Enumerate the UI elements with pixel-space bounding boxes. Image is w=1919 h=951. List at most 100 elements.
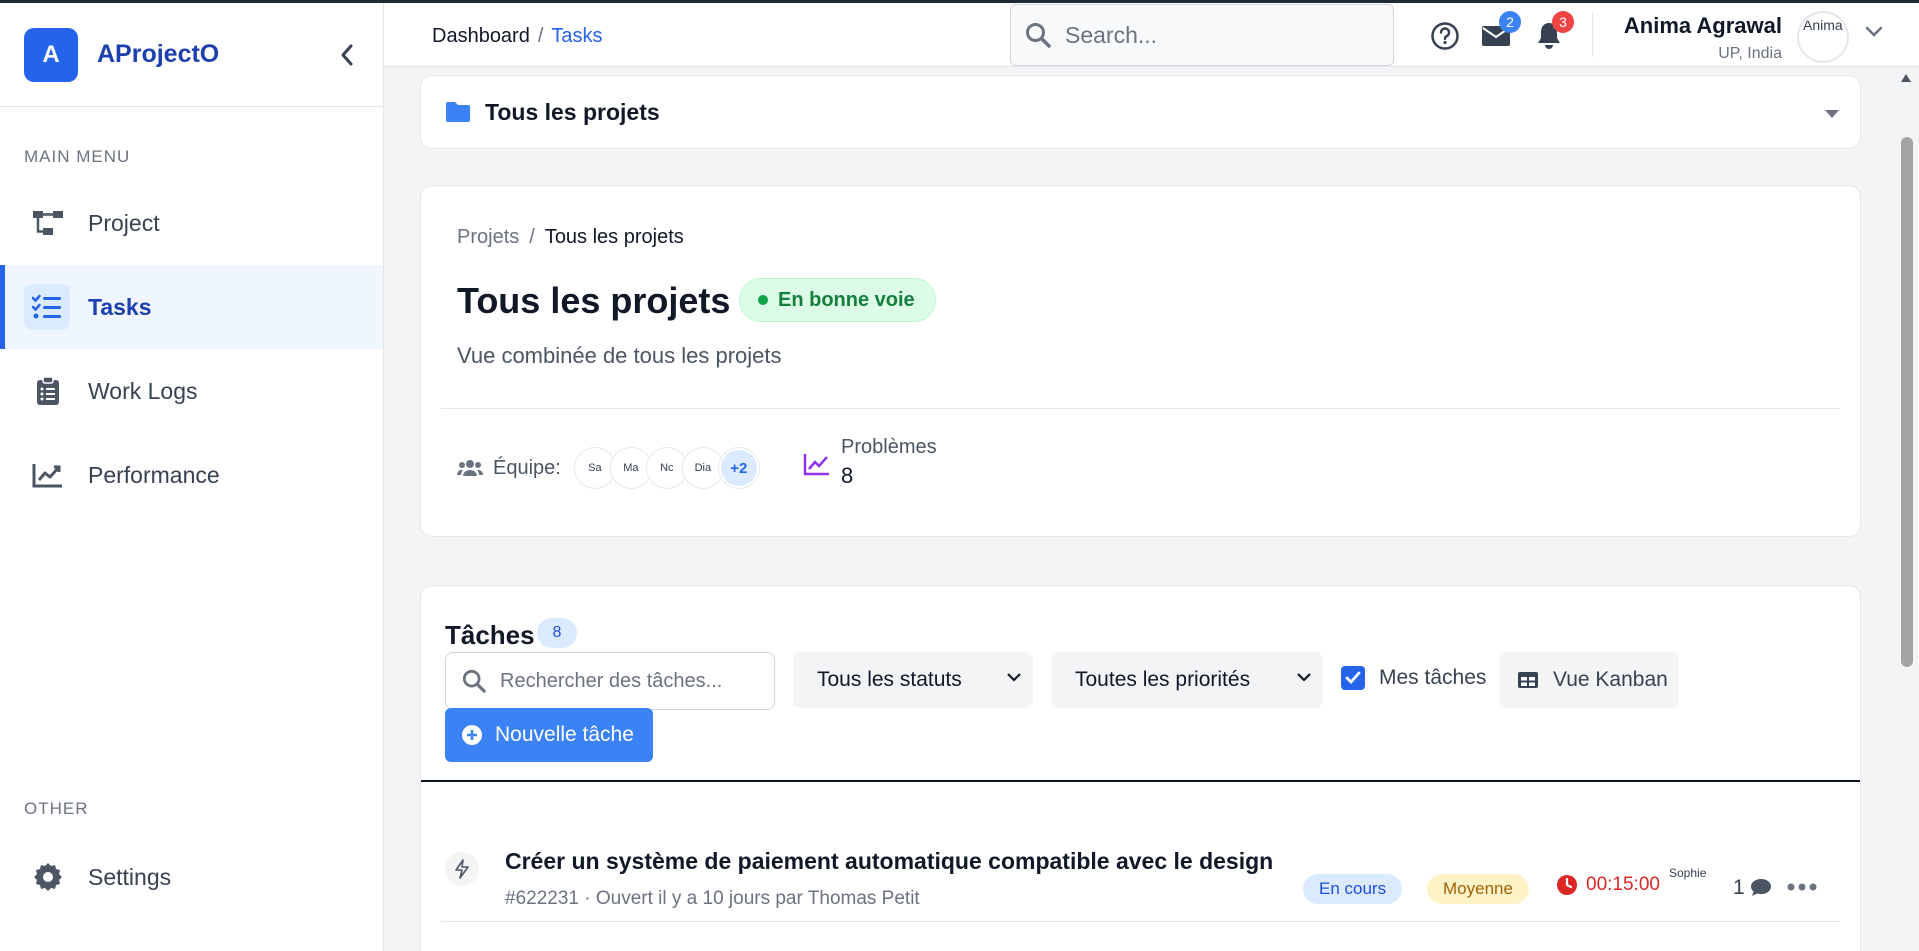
issues-count: 8 — [841, 463, 854, 488]
status-dot-icon — [758, 295, 768, 305]
avatar[interactable]: Nc — [646, 448, 687, 488]
tasks-panel: Tâches 8 Tous les statuts Toutes les pri… — [420, 585, 1861, 951]
avatar[interactable]: Sophie — [1669, 866, 1709, 906]
sidebar-item-label: Settings — [88, 863, 172, 890]
avatar[interactable]: Ma — [610, 448, 651, 488]
sidebar: A AProjectO MAIN MENU Project Tasks Work… — [0, 3, 384, 951]
project-description: Vue combinée de tous les projets — [457, 343, 782, 368]
new-task-button[interactable]: Nouvelle tâche — [445, 708, 653, 762]
chart-line-icon — [30, 457, 66, 493]
kanban-view-button[interactable]: Vue Kanban — [1499, 652, 1679, 708]
caret-down-icon — [1824, 106, 1840, 124]
task-list-icon — [24, 284, 70, 330]
help-icon — [1431, 22, 1459, 50]
brand: A AProjectO — [0, 3, 383, 107]
plus-circle-icon — [462, 725, 482, 745]
task-title[interactable]: Créer un système de paiement automatique… — [505, 848, 1273, 875]
user-location: UP, India — [1718, 45, 1782, 62]
task-more-button[interactable] — [1787, 878, 1817, 896]
issues-label: Problèmes — [841, 436, 937, 458]
breadcrumb: Dashboard / Tasks — [432, 25, 603, 47]
clock-icon — [1557, 875, 1577, 895]
collapse-sidebar-button[interactable] — [335, 41, 359, 69]
sidebar-item-label: Performance — [88, 461, 220, 488]
task-timer[interactable]: 00:15:00 — [1556, 874, 1660, 896]
chevron-down-icon — [1297, 673, 1311, 682]
search-input[interactable] — [1065, 21, 1365, 49]
project-breadcrumb: Projets / Tous les projets — [457, 226, 684, 248]
team-avatars: Sa Ma Nc Dia +2 — [574, 448, 759, 488]
gear-icon — [30, 859, 66, 895]
more-horizontal-icon — [1787, 883, 1817, 891]
task-row[interactable]: Créer un système de paiement automatique… — [441, 804, 1840, 922]
other-menu-label: OTHER — [24, 799, 89, 818]
sidebar-item-settings[interactable]: Settings — [0, 835, 383, 919]
priority-filter-select[interactable]: Toutes les priorités — [1051, 652, 1323, 708]
chevron-down-icon — [1007, 673, 1021, 682]
chevron-down-icon — [1865, 26, 1883, 37]
project-selector[interactable]: Tous les projets — [420, 75, 1861, 149]
scroll-up-arrow-icon[interactable] — [1900, 73, 1912, 83]
messages-badge: 2 — [1499, 11, 1521, 33]
my-tasks-checkbox[interactable] — [1341, 666, 1365, 690]
task-status-badge: En cours — [1303, 874, 1403, 904]
avatar[interactable]: Sa — [574, 448, 615, 488]
trending-chart-icon — [803, 454, 829, 476]
my-tasks-label: Mes tâches — [1379, 666, 1487, 689]
tasks-count-badge: 8 — [537, 618, 577, 648]
notifications-badge: 3 — [1552, 11, 1574, 33]
vertical-scrollbar[interactable] — [1894, 67, 1919, 951]
global-search[interactable] — [1010, 4, 1394, 66]
avatar[interactable]: Anima — [1797, 11, 1849, 63]
avatar[interactable]: Dia — [682, 448, 723, 488]
help-button[interactable] — [1428, 19, 1462, 53]
folder-icon — [446, 102, 470, 122]
project-tree-icon — [30, 205, 66, 241]
sidebar-item-project[interactable]: Project — [0, 181, 383, 265]
sidebar-item-performance[interactable]: Performance — [0, 433, 383, 517]
breadcrumb-tasks[interactable]: Tasks — [551, 25, 602, 47]
main-menu-label: MAIN MENU — [24, 147, 131, 166]
chevron-left-icon — [341, 44, 353, 66]
brand-name[interactable]: AProjectO — [97, 40, 219, 69]
task-comments[interactable]: 1 — [1733, 876, 1773, 900]
sidebar-item-label: Work Logs — [88, 377, 198, 404]
sidebar-item-label: Tasks — [88, 293, 152, 320]
search-icon — [1026, 23, 1051, 48]
brand-logo[interactable]: A — [24, 27, 78, 82]
task-search-input[interactable] — [500, 669, 750, 693]
project-overview: Projets / Tous les projets Tous les projet… — [420, 185, 1861, 537]
task-priority-badge: Moyenne — [1427, 874, 1529, 904]
project-selector-label: Tous les projets — [485, 98, 660, 125]
search-icon — [462, 669, 486, 693]
user-name[interactable]: Anima Agrawal — [1624, 13, 1782, 39]
breadcrumb-projets[interactable]: Projets — [457, 226, 519, 248]
tasks-title: Tâches — [445, 620, 535, 650]
status-badge: En bonne voie — [739, 278, 936, 322]
issues-stat: Problèmes 8 — [803, 436, 937, 489]
breadcrumb-current: Tous les projets — [544, 226, 684, 248]
sidebar-item-label: Project — [88, 209, 160, 236]
main-nav: Project Tasks Work Logs Performance — [0, 181, 383, 517]
user-menu-toggle[interactable] — [1865, 25, 1883, 43]
my-tasks-toggle[interactable]: Mes tâches — [1341, 666, 1486, 690]
task-search[interactable] — [445, 652, 775, 710]
table-icon — [1518, 672, 1538, 688]
main-content: Tous les projets Projets / Tous les projet… — [384, 67, 1894, 951]
bolt-icon — [445, 852, 479, 886]
team-label: Équipe: — [493, 456, 561, 479]
clipboard-icon — [30, 373, 66, 409]
check-icon — [1345, 671, 1361, 685]
messages-button[interactable]: 2 — [1479, 11, 1521, 53]
sidebar-item-tasks[interactable]: Tasks — [0, 265, 383, 349]
notifications-button[interactable]: 3 — [1532, 11, 1574, 53]
comment-icon — [1750, 879, 1771, 896]
top-header: Dashboard/Tasks 2 3 Anima Agrawal UP, In… — [384, 3, 1919, 67]
scrollbar-thumb[interactable] — [1901, 137, 1913, 667]
team-section: Équipe: Sa Ma Nc Dia +2 — [457, 448, 759, 488]
more-members-badge[interactable]: +2 — [718, 448, 759, 488]
status-filter-select[interactable]: Tous les statuts — [793, 652, 1033, 708]
breadcrumb-dashboard[interactable]: Dashboard — [432, 25, 530, 47]
sidebar-item-work-logs[interactable]: Work Logs — [0, 349, 383, 433]
other-nav: Settings — [0, 835, 383, 919]
